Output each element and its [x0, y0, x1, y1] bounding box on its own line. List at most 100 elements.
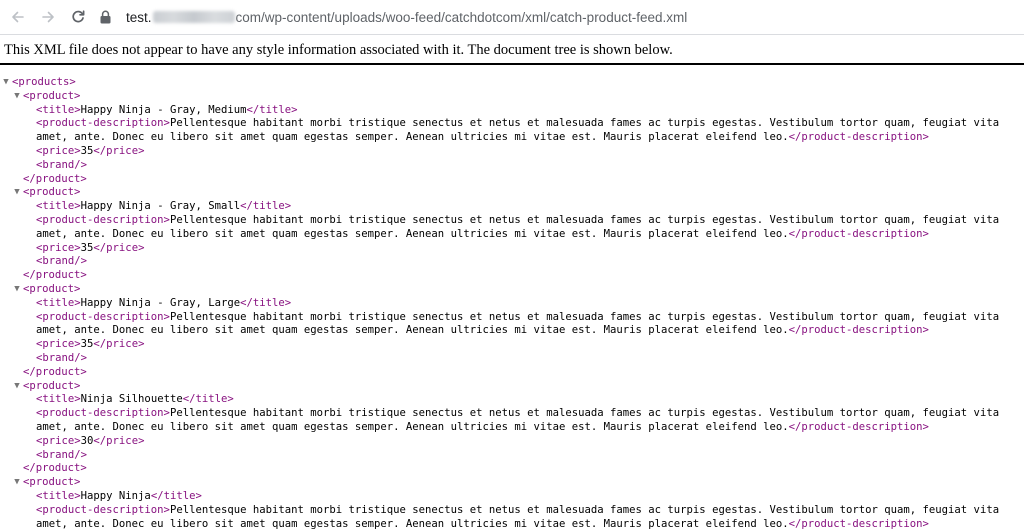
reload-button[interactable] — [66, 5, 90, 29]
xml-line-product-close: </product> — [0, 366, 1024, 380]
price-open-tag: <price> — [36, 338, 81, 350]
product-close-tag: </product> — [23, 173, 87, 185]
description-close-tag: </product-description> — [789, 131, 929, 143]
description-open-tag: <product-description> — [36, 407, 170, 419]
xml-line-title: <title>Happy Ninja - Gray, Medium</title… — [0, 104, 1024, 118]
xml-line-title: <title>Happy Ninja - Gray, Small</title> — [0, 200, 1024, 214]
xml-line-product-open: ▼<product> — [0, 186, 1024, 200]
xml-line-brand: <brand/> — [0, 449, 1024, 463]
xml-line-price: <price>30</price> — [0, 435, 1024, 449]
xml-info-message: This XML file does not appear to have an… — [0, 35, 1024, 63]
xml-line-title: <title>Ninja Silhouette</title> — [0, 393, 1024, 407]
product-open-tag: <product> — [23, 90, 80, 102]
brand-tag: <brand/> — [36, 352, 87, 364]
title-close-tag: </title> — [240, 297, 291, 309]
xml-line-product-close: </product> — [0, 173, 1024, 187]
title-open-tag: <title> — [36, 490, 81, 502]
collapse-toggle-icon[interactable]: ▼ — [13, 476, 21, 490]
title-close-tag: </title> — [240, 200, 291, 212]
product-open-tag: <product> — [23, 476, 80, 488]
product-description-text: Pellentesque habitant morbi tristique se… — [170, 214, 999, 226]
product-title-text: Happy Ninja — [81, 490, 151, 502]
product-description-text: Pellentesque habitant morbi tristique se… — [170, 311, 999, 323]
description-close-tag: </product-description> — [789, 324, 929, 336]
collapse-toggle-icon[interactable]: ▼ — [13, 90, 21, 104]
brand-tag: <brand/> — [36, 449, 87, 461]
product-description-text: Pellentesque habitant morbi tristique se… — [170, 504, 999, 516]
collapse-toggle-icon[interactable]: ▼ — [13, 283, 21, 297]
collapse-toggle-icon[interactable]: ▼ — [2, 76, 10, 90]
description-close-tag: </product-description> — [789, 228, 929, 240]
xml-line-product-close: </product> — [0, 269, 1024, 283]
product-description-text: amet, ante. Donec eu libero sit amet qua… — [36, 421, 789, 433]
arrow-left-icon — [10, 9, 26, 25]
xml-line-title: <title>Happy Ninja</title> — [0, 490, 1024, 504]
xml-line-product-open: ▼<product> — [0, 380, 1024, 394]
price-open-tag: <price> — [36, 435, 81, 447]
xml-line-description-cont: amet, ante. Donec eu libero sit amet qua… — [0, 228, 1024, 242]
product-title-text: Happy Ninja - Gray, Large — [81, 297, 240, 309]
title-open-tag: <title> — [36, 104, 81, 116]
brand-tag: <brand/> — [36, 255, 87, 267]
xml-line-product-open: ▼<product> — [0, 283, 1024, 297]
description-open-tag: <product-description> — [36, 214, 170, 226]
price-close-tag: </price> — [93, 435, 144, 447]
description-open-tag: <product-description> — [36, 504, 170, 516]
browser-toolbar: test.com/wp-content/uploads/woo-feed/cat… — [0, 0, 1024, 34]
xml-line-description-cont: amet, ante. Donec eu libero sit amet qua… — [0, 518, 1024, 531]
xml-line-description: <product-description>Pellentesque habita… — [0, 214, 1024, 228]
xml-line-product-open: ▼<product> — [0, 476, 1024, 490]
product-title-text: Ninja Silhouette — [81, 393, 183, 405]
price-close-tag: </price> — [93, 145, 144, 157]
product-description-text: Pellentesque habitant morbi tristique se… — [170, 117, 999, 129]
product-close-tag: </product> — [23, 366, 87, 378]
price-close-tag: </price> — [93, 242, 144, 254]
product-price-text: 35 — [81, 242, 94, 254]
product-description-text: amet, ante. Donec eu libero sit amet qua… — [36, 518, 789, 530]
description-close-tag: </product-description> — [789, 518, 929, 530]
url-host: test. — [126, 10, 152, 25]
xml-line-brand: <brand/> — [0, 159, 1024, 173]
xml-info-divider — [0, 63, 1024, 65]
description-open-tag: <product-description> — [36, 311, 170, 323]
reload-icon — [70, 9, 86, 25]
redacted-domain — [153, 11, 235, 23]
description-close-tag: </product-description> — [789, 421, 929, 433]
forward-button[interactable] — [36, 5, 60, 29]
xml-line-description: <product-description>Pellentesque habita… — [0, 117, 1024, 131]
product-description-text: amet, ante. Donec eu libero sit amet qua… — [36, 228, 789, 240]
product-open-tag: <product> — [23, 283, 80, 295]
xml-line-description-cont: amet, ante. Donec eu libero sit amet qua… — [0, 421, 1024, 435]
product-price-text: 30 — [81, 435, 94, 447]
product-open-tag: <product> — [23, 186, 80, 198]
price-close-tag: </price> — [93, 338, 144, 350]
collapse-toggle-icon[interactable]: ▼ — [13, 186, 21, 200]
product-description-text: amet, ante. Donec eu libero sit amet qua… — [36, 324, 789, 336]
arrow-right-icon — [40, 9, 56, 25]
xml-line-products-open: ▼<products> — [0, 76, 1024, 90]
xml-line-product-close: </product> — [0, 462, 1024, 476]
products-open-tag: <products> — [12, 76, 76, 88]
description-open-tag: <product-description> — [36, 117, 170, 129]
product-description-text: Pellentesque habitant morbi tristique se… — [170, 407, 999, 419]
title-open-tag: <title> — [36, 297, 81, 309]
xml-line-brand: <brand/> — [0, 352, 1024, 366]
xml-line-description-cont: amet, ante. Donec eu libero sit amet qua… — [0, 324, 1024, 338]
collapse-toggle-icon[interactable]: ▼ — [13, 380, 21, 394]
product-description-text: amet, ante. Donec eu libero sit amet qua… — [36, 131, 789, 143]
xml-line-brand: <brand/> — [0, 255, 1024, 269]
xml-tree: ▼<products>▼<product><title>Happy Ninja … — [0, 76, 1024, 531]
xml-line-product-open: ▼<product> — [0, 90, 1024, 104]
xml-line-description: <product-description>Pellentesque habita… — [0, 504, 1024, 518]
product-title-text: Happy Ninja - Gray, Small — [81, 200, 240, 212]
product-close-tag: </product> — [23, 269, 87, 281]
title-close-tag: </title> — [246, 104, 297, 116]
xml-line-description-cont: amet, ante. Donec eu libero sit amet qua… — [0, 131, 1024, 145]
xml-line-description: <product-description>Pellentesque habita… — [0, 311, 1024, 325]
lock-icon — [100, 10, 114, 24]
title-open-tag: <title> — [36, 393, 81, 405]
address-bar[interactable]: test.com/wp-content/uploads/woo-feed/cat… — [100, 3, 687, 31]
back-button[interactable] — [6, 5, 30, 29]
price-open-tag: <price> — [36, 145, 81, 157]
product-close-tag: </product> — [23, 462, 87, 474]
